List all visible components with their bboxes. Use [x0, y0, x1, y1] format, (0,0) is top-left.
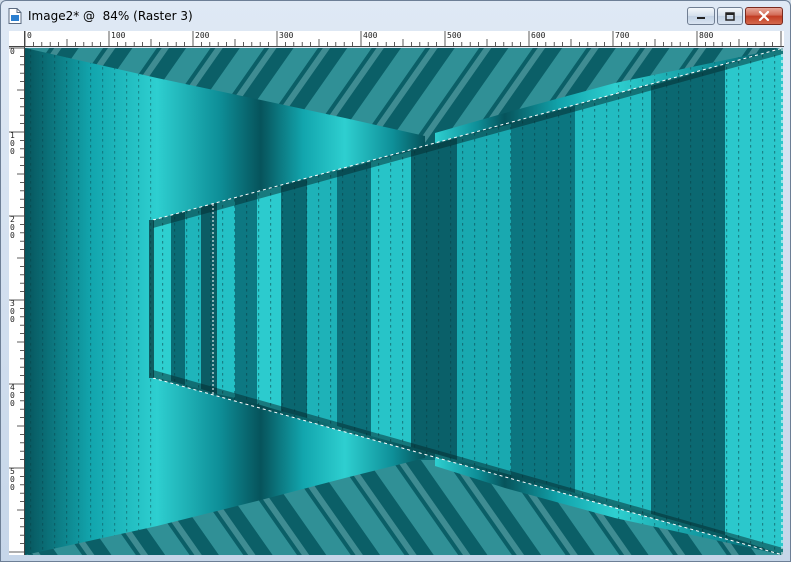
close-button[interactable] — [745, 7, 783, 25]
maximize-icon — [725, 11, 735, 21]
ruler-label-100: 100 — [111, 31, 126, 40]
title-bar[interactable]: Image2* @ 84% (Raster 3) — [1, 1, 790, 31]
ruler-label-600: 600 — [531, 31, 546, 40]
minimize-button[interactable] — [687, 7, 715, 25]
maximize-button[interactable] — [717, 7, 743, 25]
ruler-digit: 0 — [10, 399, 15, 408]
ruler-label-300: 300 — [279, 31, 294, 40]
close-icon — [758, 11, 770, 21]
ruler-label-v200: 200 — [10, 216, 15, 240]
image-canvas[interactable] — [25, 48, 783, 555]
window-bottom-border — [9, 555, 784, 561]
window-title: Image2* @ 84% (Raster 3) — [28, 9, 193, 23]
ruler-label-500: 500 — [447, 31, 462, 40]
document-icon — [8, 8, 22, 24]
ruler-corner — [9, 31, 25, 47]
ruler-label-400: 400 — [363, 31, 378, 40]
ruler-label-v400: 400 — [10, 384, 15, 408]
ruler-digit: 0 — [10, 231, 15, 240]
ruler-digit: 0 — [10, 147, 15, 156]
ruler-digit: 0 — [10, 315, 15, 324]
ruler-digit: 0 — [10, 47, 15, 56]
ruler-digit: 0 — [10, 483, 15, 492]
ruler-label-v300: 300 — [10, 300, 15, 324]
ruler-label-0: 0 — [27, 31, 32, 40]
minimize-icon — [697, 17, 705, 19]
ruler-label-v0: 0 — [10, 48, 15, 56]
ruler-label-200: 200 — [195, 31, 210, 40]
raster-artwork — [25, 48, 783, 555]
vertical-ruler[interactable]: 0 100 200 300 400 500 — [9, 47, 25, 555]
horizontal-ruler[interactable]: 0 100 200 300 400 500 600 700 800 — [9, 31, 784, 47]
ruler-label-700: 700 — [615, 31, 630, 40]
image-window: Image2* @ 84% (Raster 3) 0 100 200 300 4… — [0, 0, 791, 562]
ruler-label-800: 800 — [699, 31, 714, 40]
ruler-label-v500: 500 — [10, 468, 15, 492]
ruler-label-v100: 100 — [10, 132, 15, 156]
